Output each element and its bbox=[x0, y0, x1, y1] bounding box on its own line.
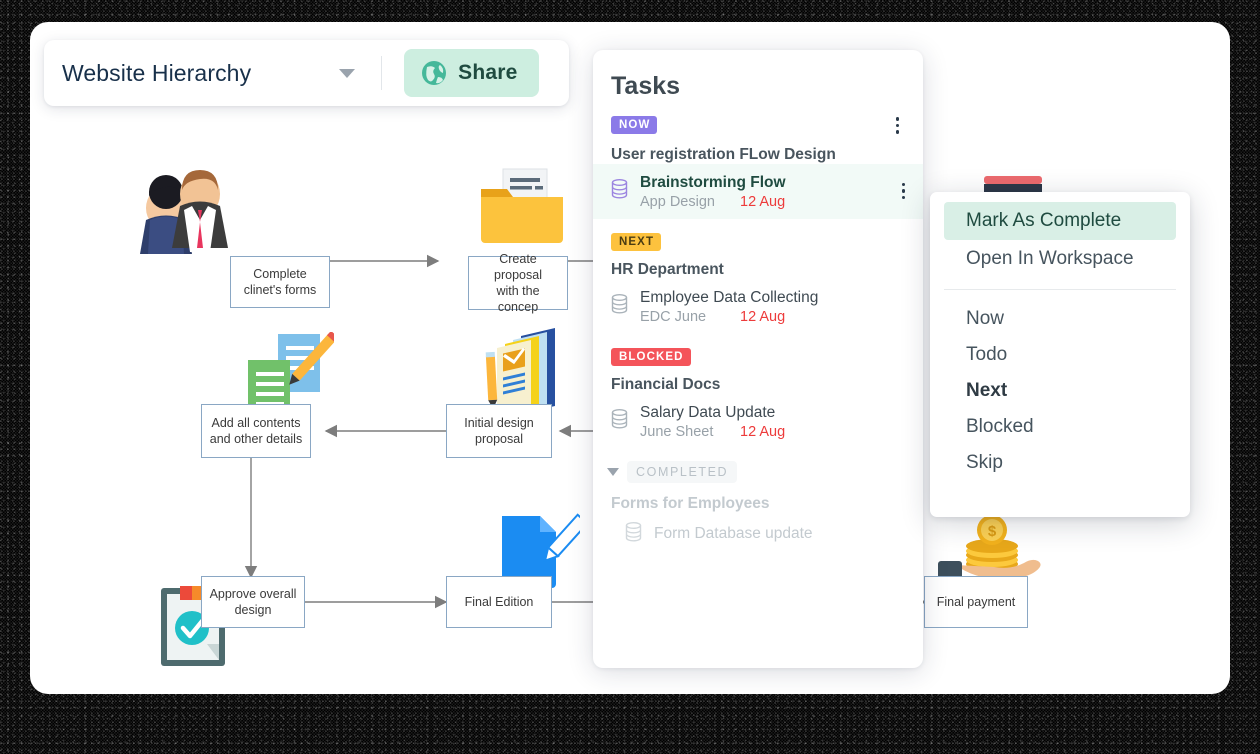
status-badge-blocked: BLOCKED bbox=[611, 347, 691, 366]
completed-group-title: Forms for Employees bbox=[611, 494, 770, 512]
node-create-proposal[interactable]: Create proposal with the concep bbox=[468, 252, 568, 314]
app-window: $ Complete clinet's forms Create proposa… bbox=[30, 22, 1230, 694]
task-name: Brainstorming Flow bbox=[640, 173, 786, 191]
menu-divider bbox=[944, 289, 1176, 290]
menu-status-group: Now Todo Next Blocked Skip bbox=[930, 301, 1190, 481]
menu-item-open-in-workspace[interactable]: Open In Workspace bbox=[944, 240, 1176, 278]
screenshot-root: $ Complete clinet's forms Create proposa… bbox=[0, 0, 1260, 754]
task-context-menu: Mark As Complete Open In Workspace Now T… bbox=[930, 192, 1190, 517]
menu-item-todo[interactable]: Todo bbox=[944, 337, 1176, 373]
node-label: Approve overall design bbox=[209, 587, 297, 617]
completed-section-header[interactable]: COMPLETED bbox=[593, 449, 923, 483]
section-more-vertical-icon[interactable] bbox=[890, 115, 906, 136]
database-icon bbox=[611, 408, 628, 434]
task-content: Salary Data Update June Sheet 12 Aug bbox=[640, 403, 911, 440]
chevron-down-icon[interactable] bbox=[339, 68, 356, 78]
task-row-brainstorming-flow[interactable]: Brainstorming Flow App Design 12 Aug bbox=[593, 163, 923, 219]
node-label: Create proposal with the concep bbox=[494, 252, 542, 314]
task-subtitle: EDC June bbox=[640, 308, 707, 325]
database-icon bbox=[611, 178, 628, 204]
toolbar-divider bbox=[381, 56, 383, 90]
task-name: Salary Data Update bbox=[640, 403, 776, 421]
node-initial-design-proposal[interactable]: Initial design proposal bbox=[446, 404, 552, 458]
database-icon bbox=[611, 293, 628, 319]
document-title: Website Hierarchy bbox=[62, 59, 252, 86]
node-label: Final payment bbox=[936, 595, 1016, 609]
task-group-title-financial: Financial Docs bbox=[611, 375, 721, 393]
triangle-down-icon[interactable] bbox=[607, 467, 619, 476]
task-section-header-blocked: BLOCKED bbox=[593, 347, 923, 366]
task-content: Employee Data Collecting EDC June 12 Aug bbox=[640, 288, 911, 325]
task-subtitle: App Design bbox=[640, 193, 715, 210]
document-toolbar: Website Hierarchy Share bbox=[44, 40, 569, 106]
tasks-panel: Tasks NOW User registration FLow Design bbox=[593, 50, 923, 668]
menu-item-mark-as-complete[interactable]: Mark As Complete bbox=[944, 202, 1176, 240]
partial-red-clipart-icon bbox=[984, 176, 1042, 193]
task-more-vertical-icon[interactable] bbox=[896, 181, 912, 202]
menu-item-next[interactable]: Next bbox=[944, 373, 1176, 409]
task-group-title-now: User registration FLow Design bbox=[611, 145, 836, 163]
status-badge-next: NEXT bbox=[611, 232, 662, 251]
menu-item-now[interactable]: Now bbox=[944, 301, 1176, 337]
node-approve-overall-design[interactable]: Approve overall design bbox=[201, 576, 305, 628]
task-subtitle: June Sheet bbox=[640, 423, 714, 440]
node-label: Add all contents and other details bbox=[209, 416, 303, 446]
task-name: Form Database update bbox=[654, 525, 813, 542]
task-name: Employee Data Collecting bbox=[640, 288, 819, 306]
task-due-date: 12 Aug bbox=[740, 423, 786, 440]
task-row-employee-data-collecting[interactable]: Employee Data Collecting EDC June 12 Aug bbox=[593, 279, 923, 334]
task-row-salary-data-update[interactable]: Salary Data Update June Sheet 12 Aug bbox=[593, 394, 923, 449]
node-add-all-contents[interactable]: Add all contents and other details bbox=[201, 404, 311, 458]
task-row-form-database-update[interactable]: Form Database update bbox=[593, 513, 923, 556]
task-meta: June Sheet 12 Aug bbox=[640, 424, 911, 440]
node-label: Final Edition bbox=[464, 595, 534, 609]
task-content: Brainstorming Flow App Design 12 Aug bbox=[640, 173, 896, 210]
tasks-panel-title: Tasks bbox=[611, 72, 681, 100]
completed-chip-label: COMPLETED bbox=[627, 460, 738, 483]
task-section-header-next: NEXT bbox=[593, 232, 923, 251]
task-meta: App Design 12 Aug bbox=[640, 194, 896, 210]
status-badge-now: NOW bbox=[611, 116, 658, 135]
node-label: Initial design proposal bbox=[464, 416, 534, 446]
share-button[interactable]: Share bbox=[404, 49, 539, 97]
task-section-header-now: NOW bbox=[593, 115, 923, 136]
menu-item-skip[interactable]: Skip bbox=[944, 445, 1176, 481]
svg-text:$: $ bbox=[988, 523, 997, 540]
menu-item-blocked[interactable]: Blocked bbox=[944, 409, 1176, 445]
business-people-icon bbox=[140, 170, 228, 254]
node-label: Complete clinet's forms bbox=[243, 267, 317, 297]
folder-documents-icon bbox=[481, 168, 563, 243]
share-label: Share bbox=[458, 61, 518, 84]
node-final-payment[interactable]: Final payment bbox=[924, 576, 1028, 628]
task-due-date: 12 Aug bbox=[740, 308, 786, 325]
node-complete-clients-forms[interactable]: Complete clinet's forms bbox=[230, 256, 330, 308]
task-meta: EDC June 12 Aug bbox=[640, 309, 911, 325]
database-icon bbox=[625, 521, 642, 547]
node-final-edition[interactable]: Final Edition bbox=[446, 576, 552, 628]
globe-icon bbox=[422, 61, 447, 85]
task-due-date: 12 Aug bbox=[740, 193, 786, 210]
task-content: Form Database update bbox=[654, 524, 911, 544]
task-group-title-hr: HR Department bbox=[611, 260, 724, 278]
